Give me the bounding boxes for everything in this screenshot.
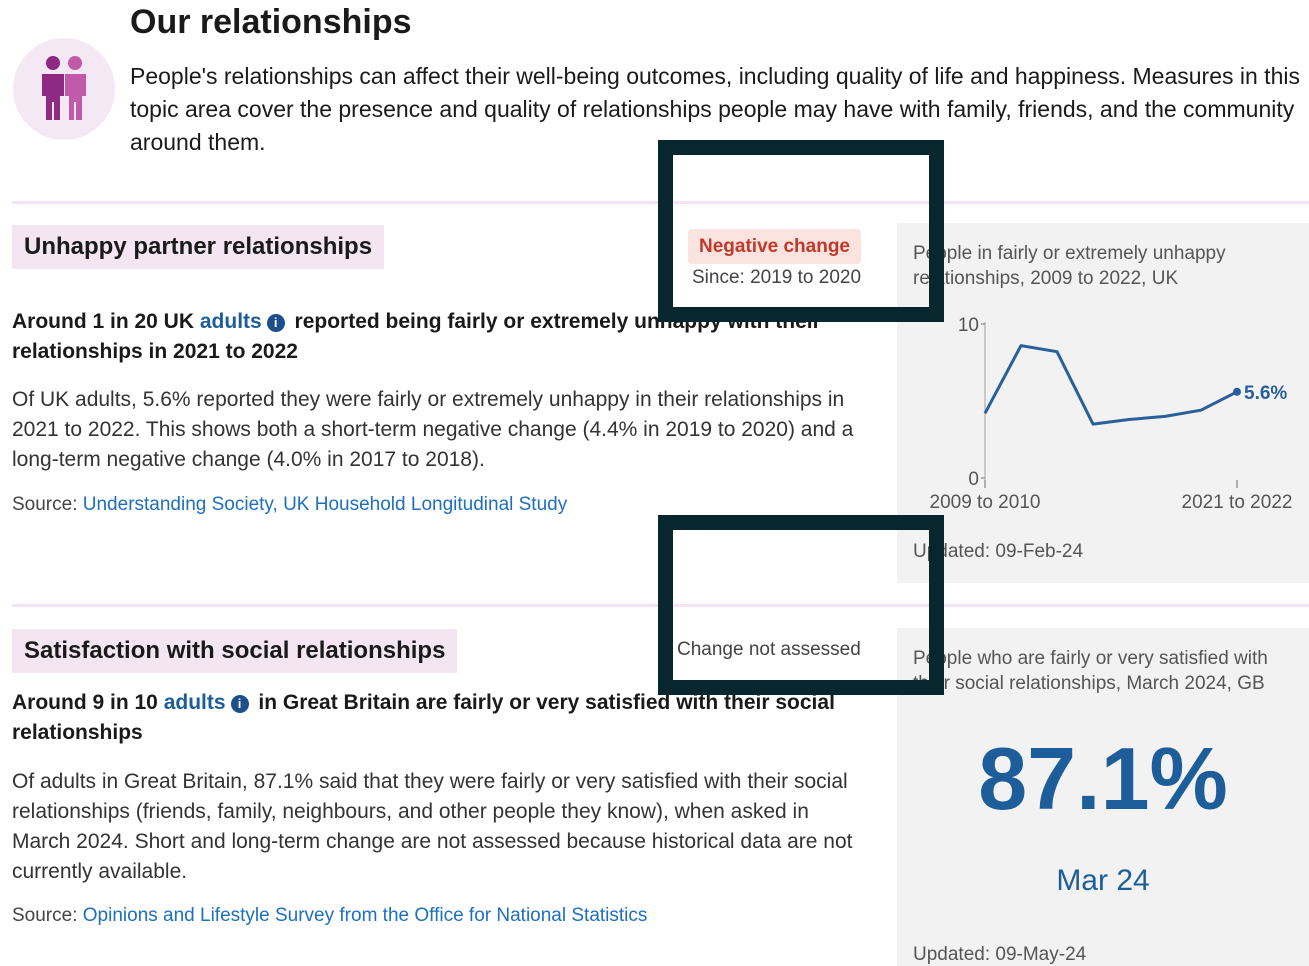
redaction-box	[658, 515, 944, 695]
headline-text: Around 1 in 20 UK	[12, 310, 200, 333]
last-value-label: 5.6%	[1244, 383, 1287, 404]
section-title: Satisfaction with social relationships	[12, 629, 458, 673]
adults-link[interactable]: adults	[200, 310, 262, 333]
chart-panel: People in fairly or extremely unhappy re…	[897, 223, 1309, 583]
info-icon[interactable]: i	[266, 314, 285, 332]
last-point-marker	[1233, 387, 1241, 396]
source-link[interactable]: Opinions and Lifestyle Survey from the O…	[83, 905, 648, 926]
trend-line-chart: 10 0 2009 to 2010 2021 to 2022 5.6%	[930, 315, 1293, 513]
topic-icon-circle	[13, 38, 115, 140]
adults-link[interactable]: adults	[164, 691, 226, 714]
redaction-box	[658, 140, 944, 322]
source-line: Source: Opinions and Lifestyle Survey fr…	[12, 905, 647, 927]
section-title: Unhappy partner relationships	[12, 225, 385, 269]
y-tick-label-0: 0	[968, 469, 979, 490]
series-line	[983, 344, 1238, 426]
section-description: Of UK adults, 5.6% reported they were fa…	[12, 388, 854, 471]
headline-value: 87.1%	[978, 729, 1228, 828]
source-link[interactable]: Understanding Society, UK Household Long…	[83, 494, 567, 515]
x-tick-label-start: 2009 to 2010	[930, 492, 1041, 513]
source-label: Source:	[12, 905, 83, 926]
page-title: Our relationships	[130, 3, 412, 41]
source-label: Source:	[12, 494, 83, 515]
section-headline: Around 9 in 10 adults i in Great Britain …	[12, 688, 852, 748]
section-description: Of adults in Great Britain, 87.1% said t…	[12, 770, 853, 883]
info-icon[interactable]: i	[230, 695, 249, 713]
value-panel: People who are fairly or very satisfied …	[897, 628, 1309, 966]
updated-date: Updated: 09-May-24	[913, 944, 1087, 965]
y-tick-label-10: 10	[958, 315, 979, 336]
headline-text: Around 9 in 10	[12, 691, 164, 714]
source-line: Source: Understanding Society, UK Househ…	[12, 494, 567, 516]
x-tick-label-end: 2021 to 2022	[1182, 492, 1293, 513]
value-caption: People who are fairly or very satisfied …	[913, 648, 1268, 694]
people-icon	[42, 56, 86, 120]
value-period: Mar 24	[1056, 864, 1150, 897]
